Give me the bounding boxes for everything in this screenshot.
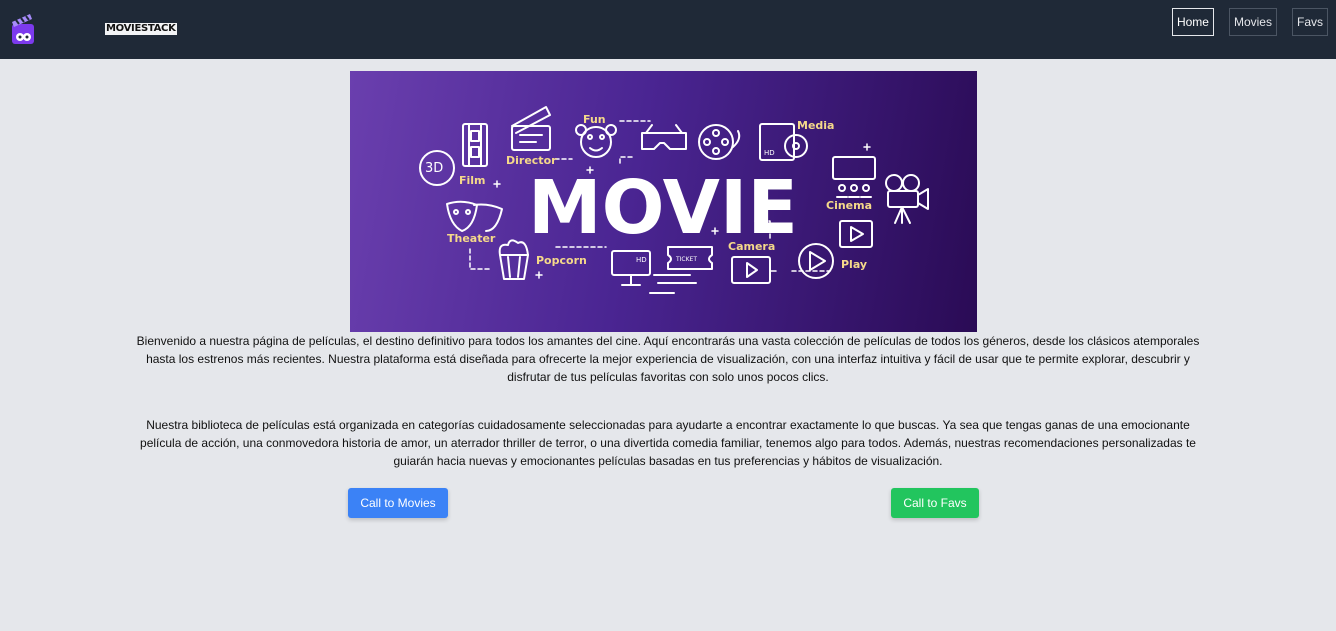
hero-title: MOVIE bbox=[528, 165, 798, 251]
play-icon bbox=[798, 243, 834, 279]
nav-favs[interactable]: Favs bbox=[1291, 8, 1328, 36]
film-reel-icon bbox=[698, 124, 741, 160]
hero-label-hd: HD bbox=[636, 256, 647, 264]
top-navbar: MOVIESTACK Home Movies Favs bbox=[0, 0, 1336, 59]
library-paragraph: Nuestra biblioteca de películas está org… bbox=[140, 418, 1196, 468]
call-to-favs-button[interactable]: Call to Favs bbox=[891, 488, 979, 518]
main-nav: Home Movies Favs bbox=[1171, 8, 1328, 36]
call-to-movies-button[interactable]: Call to Movies bbox=[348, 488, 448, 518]
hero-label: Media bbox=[797, 119, 834, 132]
nav-movies[interactable]: Movies bbox=[1228, 8, 1277, 36]
brand-name[interactable]: MOVIESTACK bbox=[105, 23, 177, 35]
hero-banner: Fun Director Media Film Cinema Theater C… bbox=[350, 71, 977, 332]
hero-illustration: Fun Director Media Film Cinema Theater C… bbox=[419, 106, 929, 294]
hero-label: Film bbox=[459, 174, 486, 187]
clapperboard-icon bbox=[511, 106, 551, 151]
3d-glasses-icon bbox=[641, 124, 687, 150]
play-box-icon bbox=[839, 220, 873, 248]
hero-label: Cinema bbox=[826, 199, 872, 212]
clapperboard-logo-icon[interactable] bbox=[10, 12, 36, 46]
popcorn-icon bbox=[498, 239, 529, 280]
hero-label-hd: HD bbox=[764, 149, 775, 157]
film-strip-icon bbox=[462, 123, 488, 167]
hero-label-3d: 3D bbox=[425, 161, 443, 176]
hero-label: Popcorn bbox=[536, 254, 587, 267]
intro-paragraph: Bienvenido a nuestra página de películas… bbox=[136, 334, 1200, 384]
nav-home[interactable]: Home bbox=[1171, 8, 1214, 36]
ticket-icon bbox=[649, 246, 713, 294]
clown-icon bbox=[575, 124, 617, 158]
video-player-icon bbox=[731, 256, 771, 284]
hero-label: Play bbox=[841, 258, 867, 271]
hero-label-ticket: TICKET bbox=[675, 256, 697, 263]
movie-camera-icon bbox=[885, 174, 929, 224]
cinema-screen-icon bbox=[832, 156, 876, 198]
hero-label: Fun bbox=[583, 113, 606, 126]
hero-label: Theater bbox=[447, 232, 496, 245]
theater-masks-icon bbox=[446, 200, 503, 232]
